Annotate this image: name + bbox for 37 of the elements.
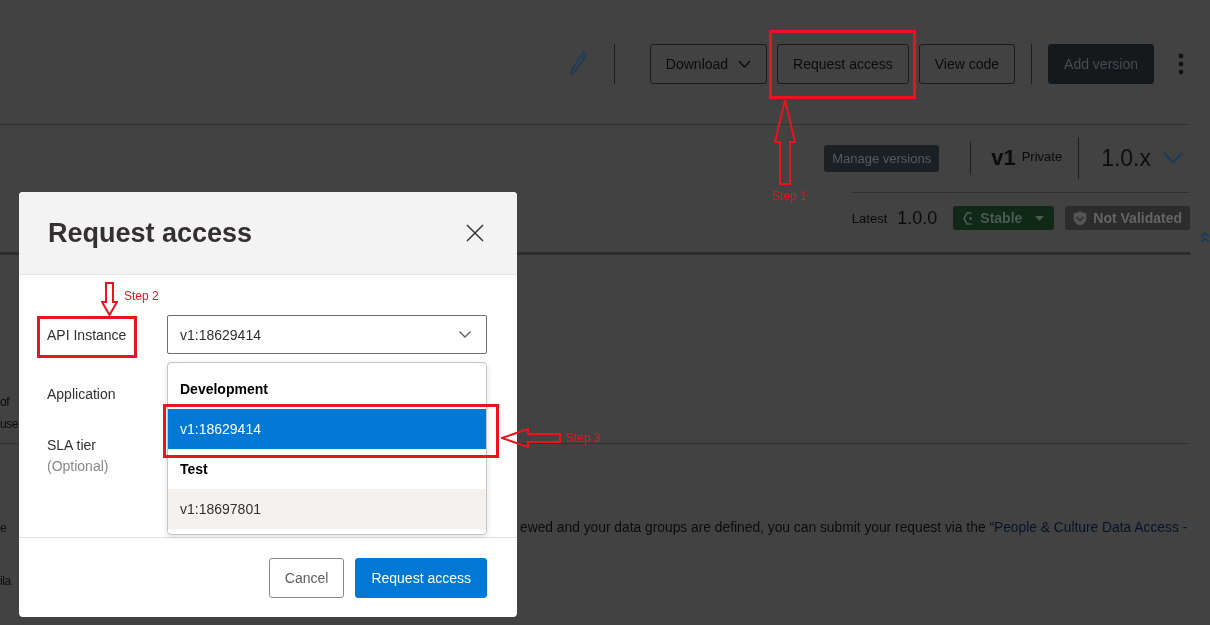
chevron-down-icon (1163, 152, 1183, 164)
field-label: SLA tier (47, 436, 97, 455)
dialog-title: Request access (48, 217, 253, 249)
field-label: Application (47, 385, 116, 404)
select-field[interactable]: v1:18629414 (167, 315, 487, 354)
submit-button[interactable]: Request access (355, 558, 487, 598)
double-chevron-icon[interactable] (1200, 231, 1210, 244)
header-button[interactable]: Request access (777, 43, 909, 84)
dropdown-option[interactable]: v1:18629414 (168, 409, 486, 449)
left-arrow-icon (501, 428, 561, 448)
cancel-button[interactable]: Cancel (268, 558, 345, 598)
pencil-icon[interactable] (569, 51, 588, 76)
hexagon-dot-icon (963, 211, 974, 225)
caret-down-icon (1035, 215, 1045, 221)
step-label: Step 2 (124, 288, 159, 303)
header-button[interactable]: Download (649, 43, 768, 84)
shield-icon (1073, 210, 1088, 226)
step-label: Step 1 (772, 188, 807, 203)
latest-label: Latest (851, 210, 888, 226)
option-group-label: Test (179, 460, 209, 479)
chevron-down-icon (459, 331, 471, 338)
down-arrow-icon (101, 281, 118, 316)
close-button[interactable] (466, 224, 484, 242)
step-label: Step 3 (566, 431, 601, 445)
chevron-down-icon (738, 59, 752, 68)
option-group-label: Development (179, 380, 269, 399)
visibility-label: Private (1021, 148, 1063, 164)
status-badge[interactable]: Stable (953, 206, 1055, 230)
more-icon[interactable] (1178, 52, 1184, 75)
validation-badge: Not Validated (1065, 206, 1190, 230)
up-arrow-icon (774, 98, 797, 185)
field-hint: (Optional) (47, 457, 109, 476)
field-label: API Instance (47, 325, 127, 345)
manage-versions-button[interactable]: Manage versions (824, 144, 940, 172)
data-access-link[interactable]: People & Culture Data Access - (994, 520, 1188, 535)
close-icon (466, 224, 484, 242)
dropdown-option[interactable]: v1:18697801 (168, 489, 486, 529)
